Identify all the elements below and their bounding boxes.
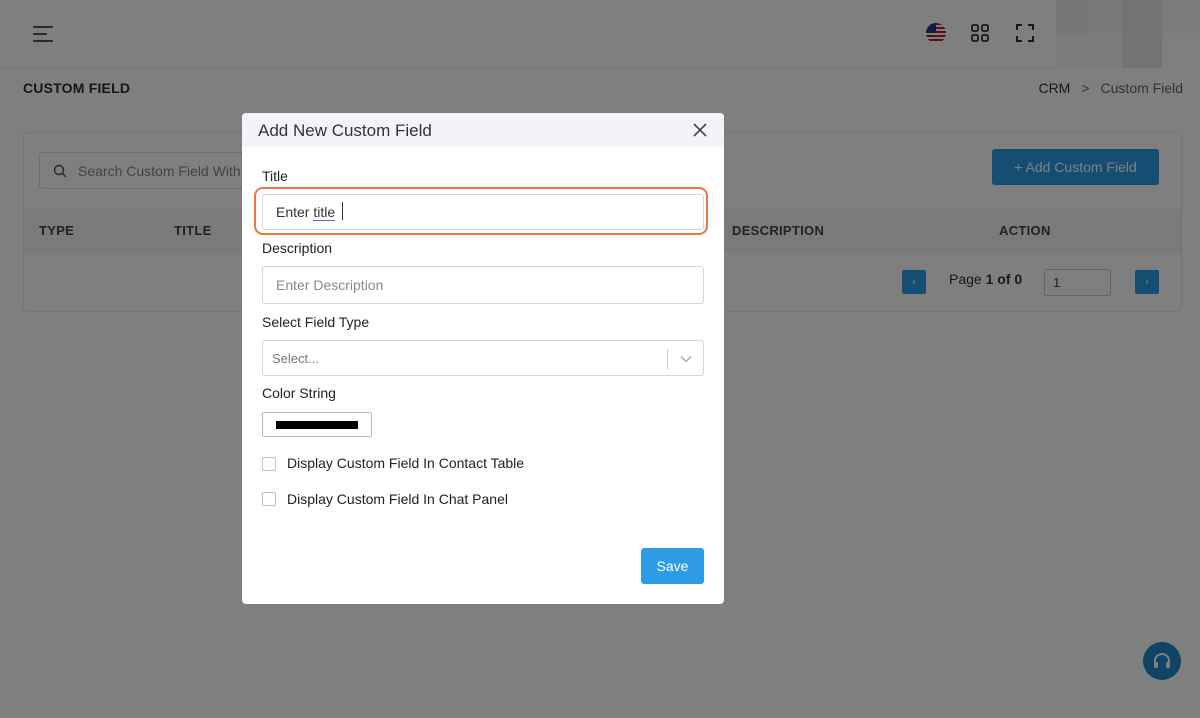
color-picker-input[interactable] (262, 412, 372, 437)
select-separator (667, 349, 668, 369)
contact-table-checkbox-label[interactable]: Display Custom Field In Contact Table (287, 455, 524, 471)
text-caret (342, 202, 343, 220)
chevron-down-icon[interactable] (679, 352, 693, 366)
description-input[interactable] (262, 266, 704, 304)
save-button[interactable]: Save (641, 548, 704, 584)
color-swatch (276, 421, 358, 429)
chat-panel-checkbox[interactable] (262, 492, 276, 506)
field-type-label: Select Field Type (262, 314, 370, 330)
title-input[interactable] (262, 194, 704, 230)
close-icon[interactable] (692, 122, 708, 138)
contact-table-checkbox[interactable] (262, 457, 276, 471)
color-string-label: Color String (262, 385, 336, 401)
chat-panel-checkbox-label[interactable]: Display Custom Field In Chat Panel (287, 491, 508, 507)
modal-title: Add New Custom Field (258, 121, 432, 140)
title-label: Title (262, 168, 288, 184)
field-type-select[interactable]: Select... (262, 340, 704, 376)
modal-header: Add New Custom Field (242, 113, 724, 147)
description-label: Description (262, 240, 333, 256)
add-custom-field-modal: Add New Custom Field Title Enter title D… (242, 113, 724, 604)
field-type-value: Select... (272, 351, 319, 366)
